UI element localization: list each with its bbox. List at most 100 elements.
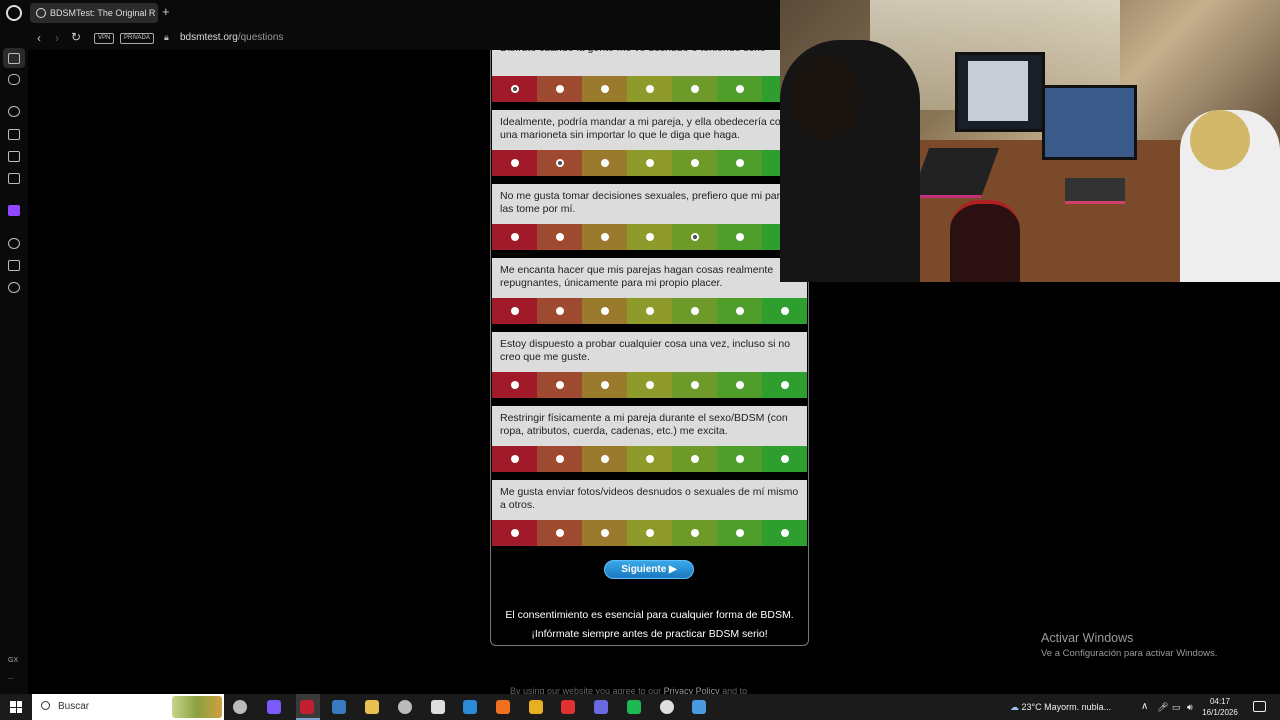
radio-icon[interactable] <box>735 85 744 93</box>
radio-icon[interactable] <box>690 85 699 93</box>
answer-option-1[interactable] <box>492 76 537 102</box>
radio-icon[interactable] <box>645 233 654 241</box>
answer-option-5[interactable] <box>672 150 717 176</box>
radio-icon[interactable] <box>600 307 609 315</box>
settings-icon[interactable] <box>8 282 20 293</box>
answer-option-6[interactable] <box>717 76 762 102</box>
firefox-icon[interactable] <box>496 700 510 714</box>
radio-icon[interactable] <box>735 159 744 167</box>
next-button[interactable]: Siguiente ▶ <box>604 560 694 579</box>
answer-option-4[interactable] <box>627 76 672 102</box>
gamepad-icon[interactable] <box>8 74 20 85</box>
answer-option-7[interactable] <box>762 446 807 472</box>
answer-option-3[interactable] <box>582 150 627 176</box>
network-icon[interactable]: ▭ <box>1172 694 1181 720</box>
security-shield-icon[interactable] <box>431 700 445 714</box>
radio-icon[interactable] <box>555 529 564 537</box>
forward-icon[interactable]: › <box>55 31 59 45</box>
reload-icon[interactable]: ↻ <box>71 30 81 44</box>
vpn-badge[interactable]: VPN <box>94 33 115 44</box>
refresh-icon[interactable] <box>8 106 20 117</box>
radio-icon[interactable] <box>645 529 654 537</box>
weather-widget[interactable]: ☁ 23°C Mayorm. nubla... <box>1010 694 1111 720</box>
settings-gear-icon[interactable] <box>398 700 412 714</box>
answer-option-3[interactable] <box>582 446 627 472</box>
radio-icon[interactable] <box>735 381 744 389</box>
answer-option-1[interactable] <box>492 520 537 546</box>
answer-option-2[interactable] <box>537 224 582 250</box>
opera-gx-icon[interactable] <box>300 700 314 714</box>
answer-option-5[interactable] <box>672 446 717 472</box>
radio-selected-icon[interactable] <box>555 159 564 167</box>
radio-icon[interactable] <box>600 85 609 93</box>
answer-option-5[interactable] <box>672 372 717 398</box>
radio-icon[interactable] <box>690 381 699 389</box>
steam-icon[interactable] <box>332 700 346 714</box>
radio-icon[interactable] <box>645 381 654 389</box>
opera-logo-icon[interactable] <box>6 5 22 21</box>
answer-option-2[interactable] <box>537 372 582 398</box>
m-icon[interactable] <box>8 173 20 184</box>
radio-icon[interactable] <box>645 307 654 315</box>
radio-icon[interactable] <box>645 159 654 167</box>
radio-icon[interactable] <box>510 381 519 389</box>
answer-option-4[interactable] <box>627 446 672 472</box>
copilot-icon[interactable] <box>267 700 281 714</box>
more-options-icon[interactable]: ... <box>8 674 14 681</box>
radio-icon[interactable] <box>780 455 789 463</box>
flask-icon[interactable] <box>8 129 20 140</box>
taskbar-search[interactable]: Buscar <box>32 694 224 720</box>
answer-option-4[interactable] <box>627 520 672 546</box>
answer-option-1[interactable] <box>492 372 537 398</box>
radio-icon[interactable] <box>690 455 699 463</box>
lock-icon[interactable]: 🔒︎ <box>164 32 169 43</box>
answer-option-4[interactable] <box>627 150 672 176</box>
radio-icon[interactable] <box>600 159 609 167</box>
spotify-app-icon[interactable] <box>627 700 641 714</box>
answer-option-5[interactable] <box>672 520 717 546</box>
steam-client-icon[interactable] <box>692 700 706 714</box>
radio-icon[interactable] <box>690 307 699 315</box>
answer-option-2[interactable] <box>537 446 582 472</box>
answer-option-6[interactable] <box>717 224 762 250</box>
answer-option-2[interactable] <box>537 150 582 176</box>
answer-option-3[interactable] <box>582 372 627 398</box>
answer-option-4[interactable] <box>627 298 672 324</box>
answer-option-1[interactable] <box>492 150 537 176</box>
radio-icon[interactable] <box>555 381 564 389</box>
radio-icon[interactable] <box>600 381 609 389</box>
answer-option-2[interactable] <box>537 520 582 546</box>
new-tab-button[interactable]: + <box>162 4 170 19</box>
answer-option-3[interactable] <box>582 224 627 250</box>
cube-icon[interactable] <box>8 260 20 271</box>
radio-selected-icon[interactable] <box>690 233 699 241</box>
back-icon[interactable]: ‹ <box>37 31 41 45</box>
radio-icon[interactable] <box>690 159 699 167</box>
radio-icon[interactable] <box>510 233 519 241</box>
radio-icon[interactable] <box>600 233 609 241</box>
radio-icon[interactable] <box>510 455 519 463</box>
notification-icon[interactable] <box>1253 701 1266 712</box>
winrar-icon[interactable] <box>561 700 575 714</box>
radio-icon[interactable] <box>735 529 744 537</box>
radio-icon[interactable] <box>735 307 744 315</box>
discord-icon[interactable] <box>594 700 608 714</box>
answer-option-1[interactable] <box>492 224 537 250</box>
answer-option-3[interactable] <box>582 298 627 324</box>
url-field[interactable]: bdsmtest.org/questions <box>180 32 283 43</box>
task-view-icon[interactable] <box>233 700 247 714</box>
answer-option-4[interactable] <box>627 224 672 250</box>
tray-chevron-icon[interactable]: ∧ <box>1141 694 1148 720</box>
answer-option-4[interactable] <box>627 372 672 398</box>
spotify-icon[interactable] <box>8 238 20 249</box>
edge-icon[interactable] <box>463 700 477 714</box>
answer-option-5[interactable] <box>672 76 717 102</box>
radio-icon[interactable] <box>555 85 564 93</box>
browser-tab[interactable]: BDSMTest: The Original R <box>30 3 158 23</box>
radio-selected-icon[interactable] <box>510 85 519 93</box>
answer-option-7[interactable] <box>762 372 807 398</box>
microphone-icon[interactable]: 🎤︎ <box>1157 694 1168 720</box>
gx-label[interactable]: GX <box>8 657 18 664</box>
answer-option-7[interactable] <box>762 298 807 324</box>
home-icon[interactable] <box>8 53 20 64</box>
